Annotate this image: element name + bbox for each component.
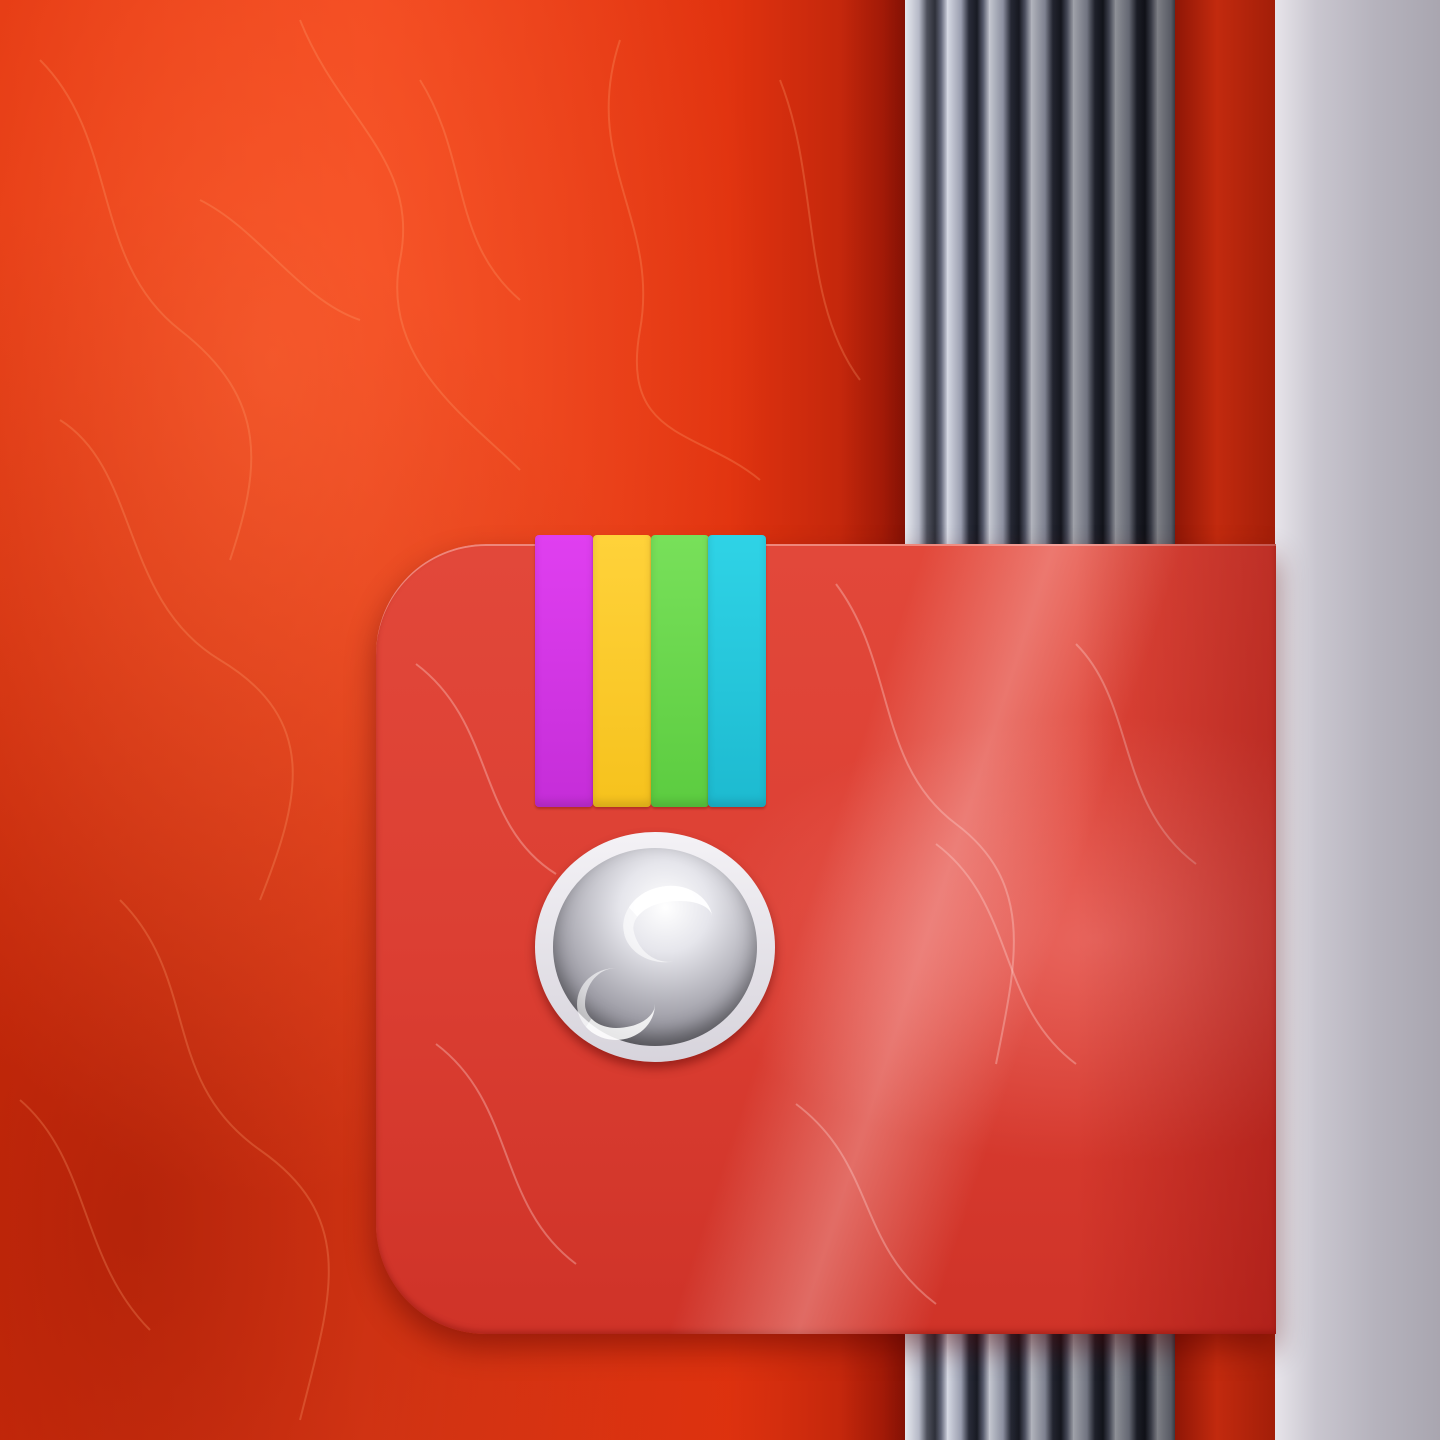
- yellow-stripe: [593, 535, 651, 807]
- lens-highlight: [617, 878, 719, 970]
- clasp-shade: [1076, 544, 1276, 1334]
- green-stripe: [651, 535, 709, 807]
- cyan-stripe: [708, 535, 766, 807]
- camera-lens-icon[interactable]: [535, 832, 775, 1062]
- lens-glass: [553, 848, 757, 1046]
- notebook-clasp: [376, 544, 1276, 1334]
- lens-highlight-lower: [577, 968, 655, 1040]
- app-icon-closeup[interactable]: [0, 0, 1440, 1440]
- right-edge-panel: [1275, 0, 1440, 1440]
- magenta-stripe: [535, 535, 593, 807]
